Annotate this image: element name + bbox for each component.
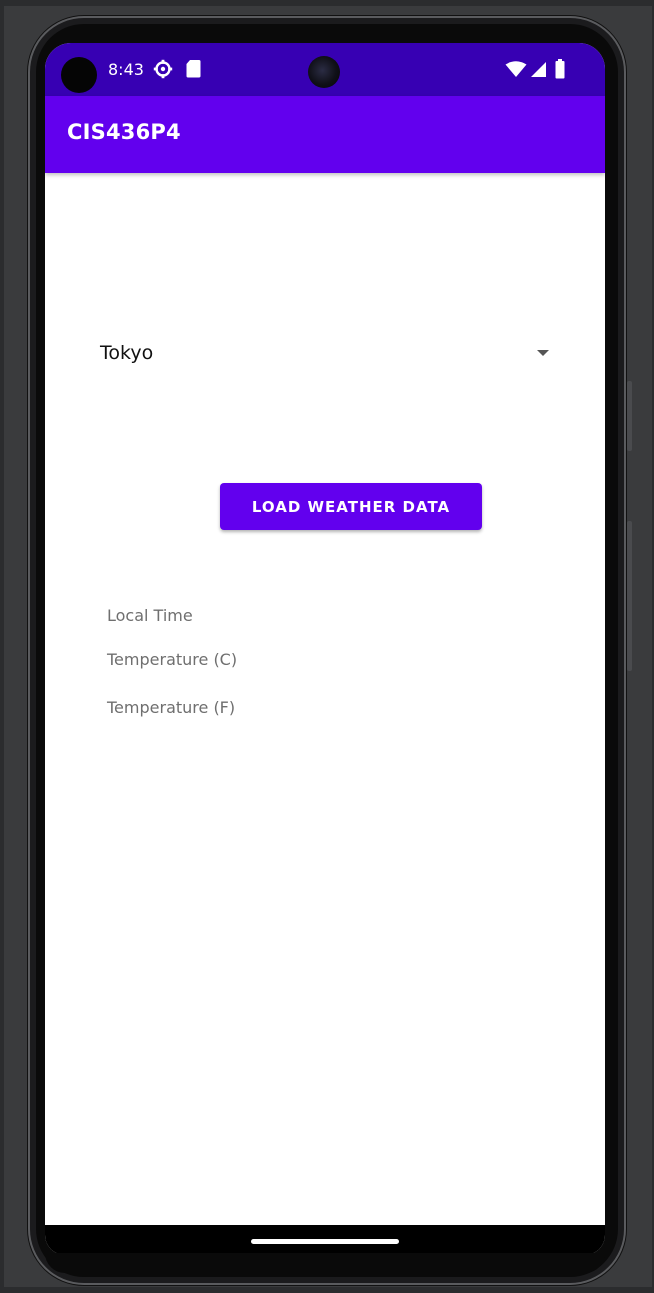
- phone-screen: 8:43 CIS436P4 Tokyo LOAD WEATHER DATA Lo…: [45, 43, 605, 1255]
- sd-card-icon: [186, 59, 201, 82]
- city-spinner-value: Tokyo: [100, 342, 154, 364]
- power-button[interactable]: [627, 381, 632, 451]
- bottom-bezel: [45, 1253, 605, 1273]
- front-camera: [308, 56, 340, 88]
- temperature-f-label: Temperature (F): [107, 698, 236, 717]
- dropdown-arrow-icon[interactable]: [537, 350, 549, 356]
- app-title: CIS436P4: [67, 120, 181, 144]
- front-sensor: [61, 57, 97, 93]
- temperature-c-label: Temperature (C): [107, 650, 238, 669]
- navigation-bar: [45, 1225, 605, 1255]
- emulator-stage: 8:43 CIS436P4 Tokyo LOAD WEATHER DATA Lo…: [0, 0, 654, 1293]
- city-spinner[interactable]: Tokyo: [97, 338, 553, 374]
- load-weather-data-button[interactable]: LOAD WEATHER DATA: [220, 483, 482, 530]
- wifi-icon: [505, 61, 527, 82]
- battery-icon: [555, 59, 565, 83]
- local-time-label: Local Time: [107, 606, 193, 625]
- status-time: 8:43: [108, 60, 144, 79]
- app-bar: CIS436P4: [45, 96, 605, 173]
- settings-gear-icon: [153, 59, 173, 83]
- cell-signal-icon: [530, 61, 547, 82]
- volume-button[interactable]: [627, 521, 632, 671]
- home-gesture-handle[interactable]: [251, 1239, 399, 1244]
- status-bar: 8:43: [45, 43, 605, 96]
